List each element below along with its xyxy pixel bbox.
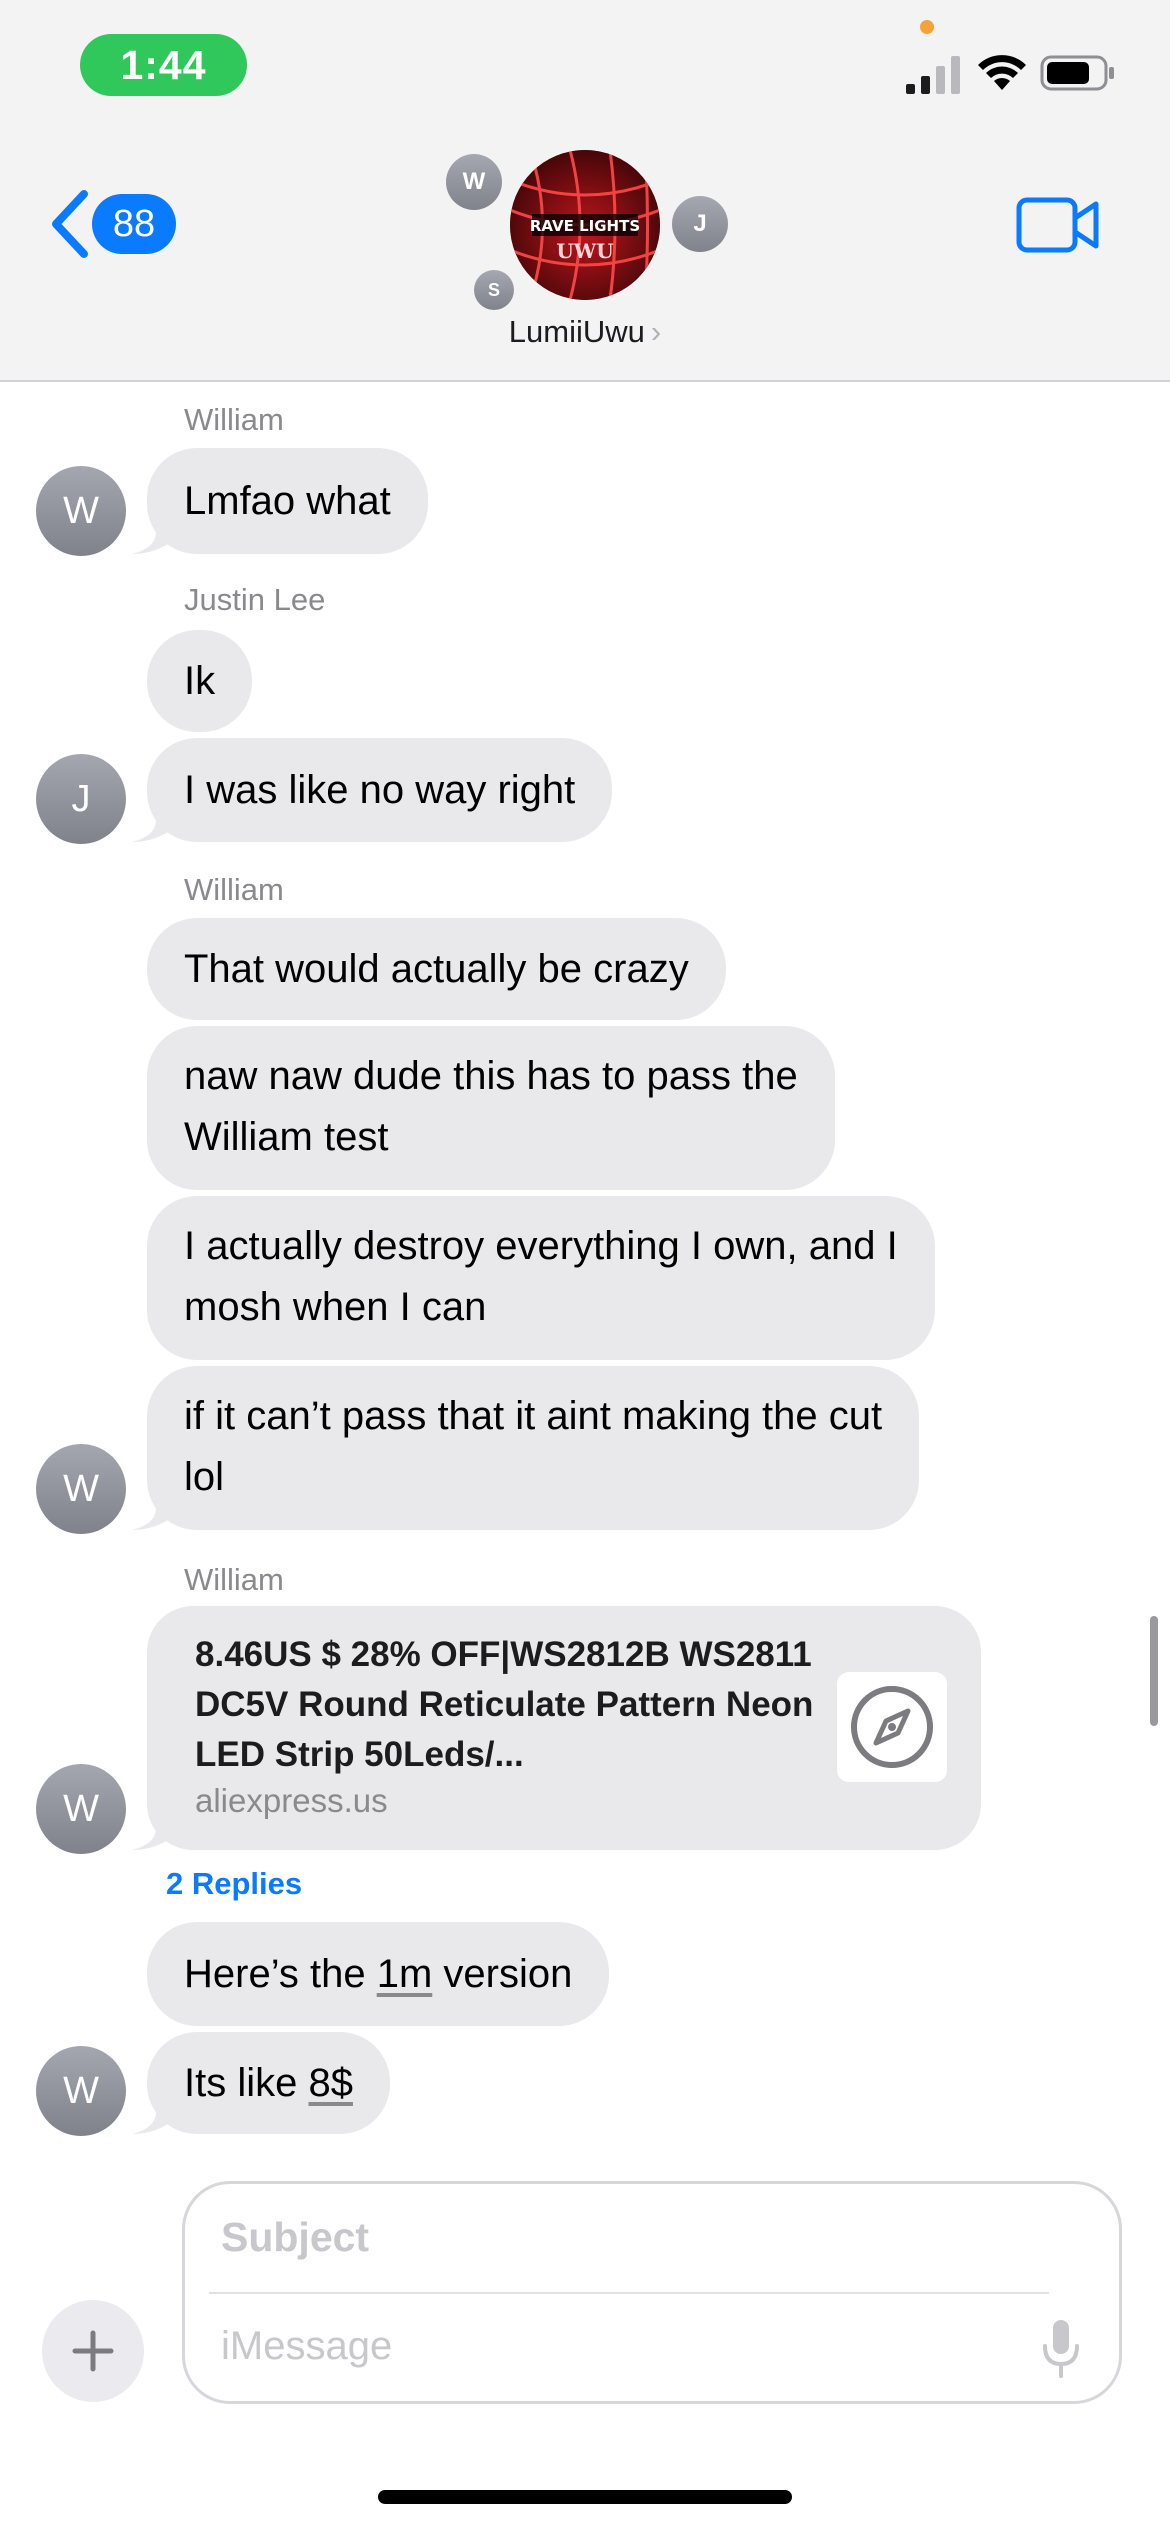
member-avatar-s: S	[474, 270, 514, 310]
message-text: lol	[184, 1455, 225, 1499]
bubble-tail	[132, 1810, 168, 1850]
message-bubble[interactable]: if it can’t pass that it aint making the…	[147, 1366, 920, 1530]
sender-name: William	[184, 402, 284, 437]
message-text-part: Here’s the	[184, 1951, 377, 1996]
data-detector-link[interactable]: 1m	[377, 1952, 433, 1996]
subject-field[interactable]: Subject	[221, 2214, 369, 2261]
sender-name: William	[184, 872, 284, 907]
chevron-right-icon: ›	[650, 314, 662, 349]
unread-count-badge: 88	[92, 194, 176, 254]
link-preview-title: 8.46US $ 28% OFF|WS2812B WS2811 DC5V Rou…	[195, 1635, 814, 1774]
message-bubble[interactable]: Its like 8$	[147, 2032, 390, 2134]
compose-box[interactable]: Subject iMessage	[182, 2181, 1122, 2404]
safari-compass-icon	[837, 1672, 947, 1782]
message-bubble[interactable]: Ik	[147, 630, 253, 732]
avatar[interactable]: W	[36, 1764, 126, 1854]
group-avatar[interactable]: RAVE LIGHTS UWU	[510, 150, 660, 300]
message-text: mosh when I can	[184, 1285, 487, 1329]
back-button[interactable]: 88	[46, 186, 176, 262]
compass-glyph	[851, 1686, 933, 1768]
battery-icon	[1040, 55, 1114, 91]
message-text: if it can’t pass that it aint making the…	[184, 1394, 883, 1438]
group-avatar-text-top: RAVE LIGHTS	[530, 217, 640, 235]
group-avatar-text-bottom: UWU	[556, 239, 613, 263]
message-text: naw naw dude this has to pass the	[184, 1054, 798, 1098]
message-text: That would actually be crazy	[184, 946, 689, 991]
scroll-indicator[interactable]	[1150, 1616, 1158, 1726]
group-name-button[interactable]: LumiiUwu ›	[0, 314, 1170, 350]
cellular-signal-icon	[906, 56, 960, 94]
message-bubble[interactable]: That would actually be crazy	[147, 918, 726, 1020]
message-text: Here’s the 1m version	[184, 1944, 572, 2005]
group-avatar-image: RAVE LIGHTS UWU	[510, 150, 660, 300]
status-time: 1:44	[80, 34, 247, 96]
avatar[interactable]: W	[36, 1444, 126, 1534]
chevron-left-icon	[52, 190, 88, 258]
plus-icon	[72, 2330, 114, 2372]
add-attachment-button[interactable]	[42, 2300, 144, 2402]
bubble-tail	[132, 2094, 168, 2134]
data-detector-link[interactable]: 8$	[308, 2061, 353, 2105]
bubble-tail	[132, 1490, 168, 1530]
wifi-icon	[978, 55, 1026, 90]
message-text-part: version	[432, 1951, 573, 1996]
group-name: LumiiUwu	[508, 314, 645, 349]
conversation-header: 1:44 88 W RAVE LIGHTS UWU J S LumiiUwu ›	[0, 0, 1170, 382]
message-text: I actually destroy everything I own, and…	[184, 1224, 898, 1268]
message-text: Lmfao what	[184, 478, 391, 523]
replies-link[interactable]: 2 Replies	[166, 1866, 302, 1902]
message-bubble[interactable]: I was like no way right	[147, 738, 613, 842]
message-bubble[interactable]: Here’s the 1m version	[147, 1922, 610, 2026]
sender-name: Justin Lee	[184, 582, 326, 617]
message-bubble[interactable]: Lmfao what	[147, 448, 428, 554]
bubble-tail	[132, 802, 168, 842]
member-avatar-w: W	[446, 154, 502, 210]
message-text: William test	[184, 1115, 389, 1159]
compose-divider	[209, 2292, 1049, 2294]
home-indicator[interactable]	[378, 2490, 792, 2504]
message-input[interactable]: iMessage	[221, 2324, 392, 2369]
message-bubble[interactable]: I actually destroy everything I own, and…	[147, 1196, 935, 1360]
mic-indicator-dot	[920, 20, 934, 34]
message-text: I was like no way right	[184, 767, 576, 812]
message-text-part: Its like	[184, 2060, 309, 2105]
avatar[interactable]: J	[36, 754, 126, 844]
message-text: Ik	[184, 658, 216, 703]
link-preview-card[interactable]: 8.46US $ 28% OFF|WS2812B WS2811 DC5V Rou…	[147, 1606, 981, 1850]
message-bubble[interactable]: naw naw dude this has to pass the William…	[147, 1026, 835, 1190]
message-text: Its like 8$	[184, 2053, 353, 2114]
avatar[interactable]: W	[36, 466, 126, 556]
link-preview-domain: aliexpress.us	[195, 1782, 388, 1819]
bubble-tail	[132, 514, 168, 554]
facetime-video-icon[interactable]	[1016, 196, 1100, 254]
microphone-icon[interactable]	[1041, 2318, 1081, 2380]
sender-name: William	[184, 1562, 284, 1597]
avatar[interactable]: W	[36, 2046, 126, 2136]
member-avatar-j: J	[672, 196, 728, 252]
